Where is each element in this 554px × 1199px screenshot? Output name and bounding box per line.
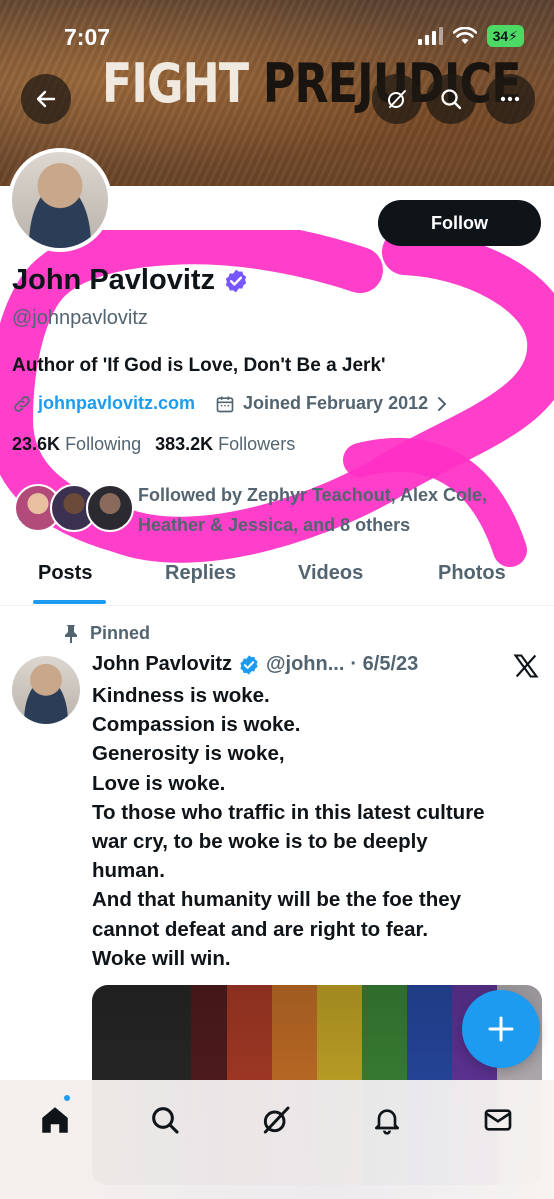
- profile-bio: Author of 'If God is Love, Don't Be a Je…: [12, 355, 386, 376]
- followers-link[interactable]: 383.2K Followers: [155, 434, 295, 455]
- nav-search[interactable]: [145, 1100, 185, 1140]
- following-link[interactable]: 23.6K Following: [12, 434, 141, 455]
- home-icon: [42, 1107, 68, 1133]
- grok-icon: [263, 1106, 290, 1134]
- following-label: Following: [65, 434, 142, 454]
- followed-by-text[interactable]: Followed by Zephyr Teachout, Alex Cole, …: [138, 480, 538, 540]
- profile-website-link[interactable]: johnpavlovitz.com: [38, 393, 195, 414]
- tab-replies[interactable]: Replies: [165, 562, 236, 585]
- followers-label: Followers: [218, 434, 296, 454]
- profile-tabs: Posts Replies Videos Photos: [0, 550, 554, 606]
- compose-button[interactable]: [462, 990, 540, 1068]
- avatar: [86, 484, 134, 532]
- followers-count: 383.2K: [155, 434, 214, 454]
- post-line: Love is woke.: [92, 771, 226, 795]
- nav-grok[interactable]: [256, 1100, 296, 1140]
- profile-stats: 23.6K Following 383.2K Followers: [12, 434, 295, 455]
- search-icon: [441, 89, 462, 110]
- battery-icon: 34⚡: [486, 25, 524, 47]
- home-notification-dot: [62, 1093, 72, 1103]
- verified-badge-icon: [240, 654, 258, 675]
- post-line: cannot defeat and are right to fear.: [92, 917, 429, 941]
- post-line: human.: [92, 859, 165, 883]
- x-logo-icon: [513, 654, 539, 678]
- profile-name: John Pavlovitz: [12, 264, 216, 296]
- post-author-name[interactable]: John Pavlovitz: [92, 653, 232, 676]
- plus-icon: [488, 1016, 514, 1042]
- avatar-photo: [12, 152, 108, 248]
- grok-button[interactable]: [372, 74, 422, 124]
- post-body[interactable]: Kindness is woke. Compassion is woke. Ge…: [92, 681, 542, 973]
- post-line: To those who traffic in this latest cult…: [92, 800, 485, 824]
- link-icon: [14, 395, 30, 412]
- battery-level: 34: [492, 28, 509, 44]
- active-tab-indicator: [33, 600, 106, 604]
- tab-photos[interactable]: Photos: [438, 562, 506, 585]
- profile-meta: johnpavlovitz.com Joined February 2012: [12, 393, 450, 414]
- search-button[interactable]: [426, 74, 476, 124]
- post-date[interactable]: · 6/5/23: [350, 653, 418, 676]
- back-button[interactable]: [21, 74, 71, 124]
- post-line: And that humanity will be the foe they: [92, 888, 462, 912]
- pinned-indicator: Pinned: [62, 623, 150, 644]
- pin-icon: [65, 624, 77, 643]
- signal-icon: [417, 27, 443, 45]
- arrow-left-icon: [36, 90, 56, 108]
- verified-badge-icon[interactable]: [223, 268, 249, 294]
- profile-name-row: John Pavlovitz: [12, 264, 249, 297]
- profile-joined-date: Joined February 2012: [243, 393, 429, 413]
- search-icon: [152, 1107, 179, 1134]
- status-icons: 34⚡: [417, 25, 524, 47]
- post-header: John Pavlovitz @john... · 6/5/23: [92, 653, 418, 676]
- following-count: 23.6K: [12, 434, 61, 454]
- profile-handle: @johnpavlovitz: [12, 307, 148, 329]
- follow-button[interactable]: Follow: [378, 200, 541, 246]
- post-author-handle[interactable]: @john...: [266, 653, 344, 676]
- nav-home[interactable]: [35, 1100, 75, 1140]
- status-bar: 7:07 34⚡: [0, 0, 554, 70]
- post-author-avatar[interactable]: [12, 656, 80, 724]
- post-line: war cry, to be woke is to be deeply: [92, 830, 428, 854]
- post-line: Compassion is woke.: [92, 713, 301, 737]
- profile-avatar[interactable]: [8, 148, 112, 252]
- nav-messages[interactable]: [478, 1100, 518, 1140]
- tab-videos[interactable]: Videos: [298, 562, 363, 585]
- wifi-icon: [452, 27, 477, 44]
- followed-by-avatars[interactable]: [14, 484, 134, 534]
- tab-posts[interactable]: Posts: [38, 562, 92, 585]
- messages-icon: [484, 1109, 512, 1131]
- nav-notifications[interactable]: [367, 1100, 407, 1140]
- chevron-right-icon[interactable]: [434, 394, 450, 414]
- grok-icon: [388, 90, 406, 108]
- status-time: 7:07: [64, 24, 111, 50]
- calendar-icon: [216, 396, 234, 412]
- notifications-icon: [375, 1109, 399, 1135]
- post-line: Generosity is woke,: [92, 742, 285, 766]
- more-icon: [500, 96, 520, 102]
- post-line: Kindness is woke.: [92, 684, 270, 707]
- pinned-label: Pinned: [90, 623, 151, 643]
- more-button[interactable]: [485, 74, 535, 124]
- bottom-navigation: [0, 1080, 554, 1199]
- post-line: Woke will win.: [92, 946, 231, 970]
